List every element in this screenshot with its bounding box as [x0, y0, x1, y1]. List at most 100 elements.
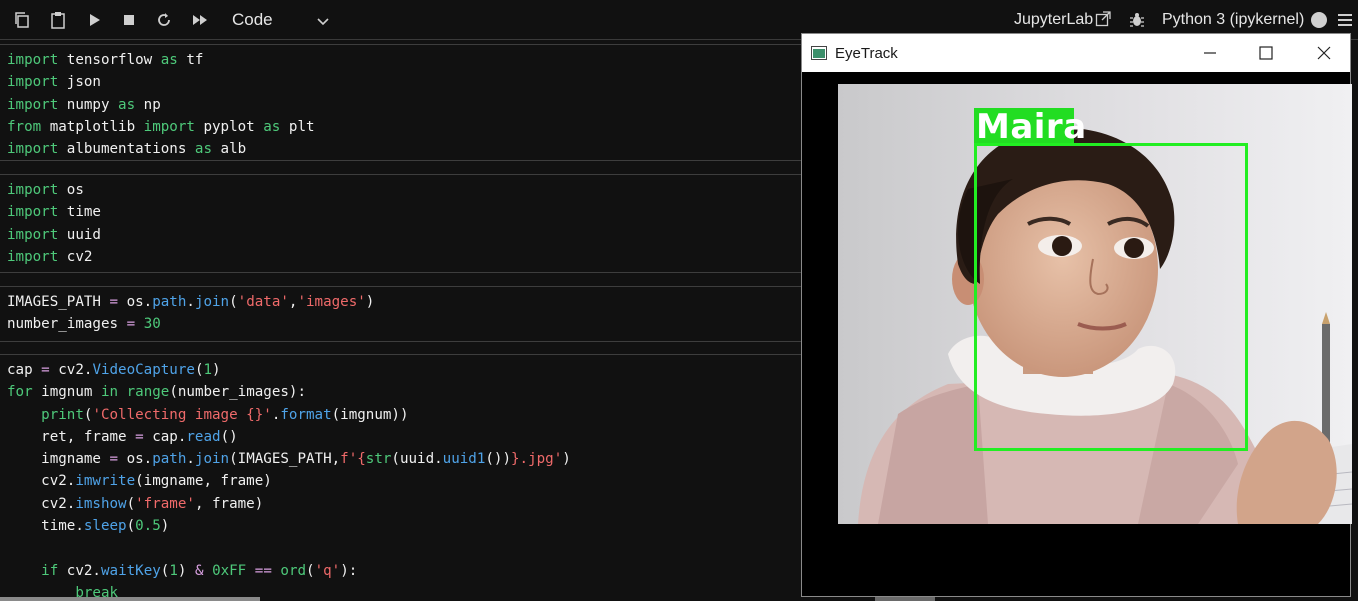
- code-token: cv2.: [49, 362, 93, 378]
- code-token: cap: [7, 362, 42, 378]
- stop-icon[interactable]: [117, 8, 141, 32]
- code-line[interactable]: for imgnum in range(number_images):: [7, 381, 801, 403]
- code-token: (: [229, 294, 238, 310]
- code-token: (IMAGES_PATH,: [229, 451, 341, 468]
- code-editor[interactable]: IMAGES_PATH = os.path.join('data','image…: [0, 287, 801, 336]
- horizontal-scrollbar-thumb[interactable]: [875, 597, 935, 601]
- code-line[interactable]: ​: [7, 537, 801, 559]
- code-cell-1[interactable]: import tensorflow as tf import json import…: [0, 44, 801, 161]
- menu-icon[interactable]: [1337, 12, 1353, 33]
- code-token: cv2.: [58, 562, 101, 579]
- code-line[interactable]: import numpy as np: [7, 94, 801, 116]
- code-line[interactable]: import os: [7, 179, 801, 201]
- close-icon[interactable]: [1314, 43, 1334, 63]
- external-link-icon[interactable]: [1095, 11, 1111, 32]
- code-token: =: [135, 428, 144, 445]
- debugger-bug-icon[interactable]: [1129, 12, 1145, 33]
- code-line[interactable]: print('Collecting image {}'.format(imgnu…: [7, 404, 801, 426]
- code-token: ret, frame: [7, 428, 136, 445]
- code-line[interactable]: import uuid: [7, 224, 801, 246]
- code-token: import: [7, 204, 59, 221]
- code-token: imgnum: [32, 384, 101, 401]
- code-token: imgname: [7, 451, 110, 468]
- code-token: 'q': [314, 562, 341, 579]
- code-token: albumentations: [58, 141, 195, 158]
- code-token: =: [126, 316, 136, 333]
- code-editor[interactable]: import os import time import uuid import cv…: [0, 175, 801, 268]
- code-line[interactable]: number_images = 30: [7, 313, 801, 335]
- app-window-icon: [811, 46, 827, 65]
- code-line[interactable]: cv2.imshow('frame', frame): [7, 493, 801, 515]
- code-token: VideoCapture: [92, 362, 195, 378]
- code-line[interactable]: imgname = os.path.join(IMAGES_PATH,f'{st…: [7, 448, 801, 470]
- code-token: }.jpg': [511, 451, 563, 468]
- code-token: (): [220, 428, 238, 445]
- code-token: (number_images):: [169, 384, 306, 401]
- minimize-icon[interactable]: [1200, 43, 1220, 63]
- maximize-icon[interactable]: [1256, 43, 1276, 63]
- detection-label: Maira: [976, 107, 1087, 147]
- code-line[interactable]: from matplotlib import pyplot as plt: [7, 116, 801, 138]
- code-token: (: [126, 518, 136, 535]
- code-token: as: [194, 141, 213, 158]
- code-line[interactable]: import json: [7, 71, 801, 93]
- chevron-down-icon[interactable]: [316, 14, 330, 33]
- code-line[interactable]: cap = cv2.VideoCapture(1): [7, 359, 801, 381]
- code-token: np: [135, 96, 161, 113]
- code-line[interactable]: import tensorflow as tf: [7, 49, 801, 71]
- cell-type-select[interactable]: Code: [232, 10, 273, 30]
- code-line[interactable]: IMAGES_PATH = os.path.join('data','image…: [7, 291, 801, 313]
- code-line[interactable]: import time: [7, 201, 801, 223]
- code-token: IMAGES_PATH: [7, 294, 110, 310]
- code-line[interactable]: import cv2: [7, 246, 801, 268]
- code-token: print: [41, 406, 84, 423]
- notebook-cells: import tensorflow as tf import json import…: [0, 40, 801, 601]
- code-token: cap.: [143, 428, 187, 445]
- run-icon[interactable]: [82, 8, 106, 32]
- restart-icon[interactable]: [152, 8, 176, 32]
- code-editor[interactable]: import tensorflow as tf import json import…: [0, 45, 801, 160]
- code-line[interactable]: ret, frame = cap.read(): [7, 426, 801, 448]
- code-cell-2[interactable]: import os import time import uuid import cv…: [0, 174, 801, 273]
- code-token: os.: [118, 294, 153, 310]
- code-token: number_images: [7, 316, 127, 333]
- code-token: plt: [280, 118, 315, 135]
- paste-icon[interactable]: [46, 8, 70, 32]
- kernel-name[interactable]: Python 3 (ipykernel): [1162, 11, 1304, 29]
- fast-forward-icon[interactable]: [188, 8, 212, 32]
- code-token: (imgnum)): [331, 406, 409, 423]
- code-token: sleep: [83, 518, 127, 535]
- code-token: time.: [7, 518, 84, 535]
- code-token: waitKey: [100, 562, 161, 579]
- code-line[interactable]: import albumentations as alb: [7, 138, 801, 160]
- code-token: as: [118, 96, 136, 113]
- code-token: 'data': [237, 294, 289, 310]
- jupyterlab-link[interactable]: JupyterLab: [1014, 11, 1093, 29]
- code-token: &: [194, 562, 204, 579]
- code-token: import: [143, 118, 195, 135]
- code-token: os: [58, 182, 84, 198]
- code-token: join: [194, 451, 230, 468]
- code-line[interactable]: if cv2.waitKey(1) & 0xFF == ord('q'):: [7, 560, 801, 582]
- code-token: .: [186, 294, 195, 310]
- code-line[interactable]: cv2.imwrite(imgname, frame): [7, 470, 801, 492]
- window-titlebar[interactable]: EyeTrack: [802, 34, 1350, 72]
- code-token: import: [7, 96, 59, 113]
- code-token: str: [365, 451, 392, 468]
- code-token: os.: [118, 451, 153, 468]
- code-cell-4[interactable]: cap = cv2.VideoCapture(1) for imgnum in r…: [0, 354, 801, 601]
- face-bounding-box: [974, 143, 1248, 451]
- code-token: (imgname, frame): [135, 473, 272, 490]
- code-token: cv2.: [7, 495, 76, 512]
- code-token: .: [186, 451, 195, 468]
- code-cell-3[interactable]: IMAGES_PATH = os.path.join('data','image…: [0, 286, 801, 342]
- copy-icon[interactable]: [10, 8, 34, 32]
- code-editor[interactable]: cap = cv2.VideoCapture(1) for imgnum in r…: [0, 355, 801, 601]
- code-token: imwrite: [75, 473, 136, 490]
- horizontal-scrollbar[interactable]: [0, 597, 260, 601]
- code-line[interactable]: time.sleep(0.5): [7, 515, 801, 537]
- code-token: , frame): [194, 495, 264, 512]
